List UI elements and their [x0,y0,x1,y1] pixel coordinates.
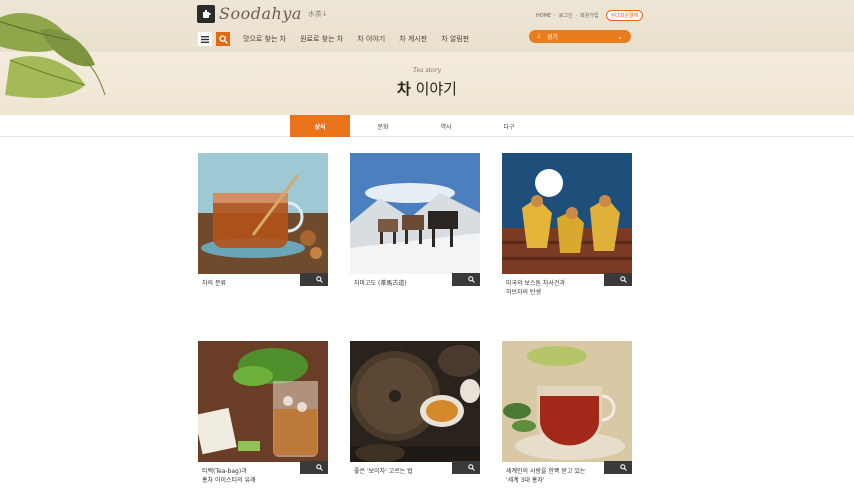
tea-cup-image [198,153,328,286]
search-icon [218,34,228,44]
zoom-button[interactable] [452,461,480,474]
search-icon [620,464,627,471]
card-caption: 차마고도 (茶馬古道) [350,274,452,288]
page-title-bold: 차 [397,80,411,98]
page-title-light: 이야기 [410,80,457,98]
zoom-button[interactable] [452,273,480,286]
nav-item-board[interactable]: 차 게시판 [399,34,427,44]
login-link[interactable]: 로그인 [559,12,573,19]
search-button[interactable] [216,32,230,46]
caption-line1: 좋은 '보이차' 고르는 법 [354,468,413,475]
member-button[interactable]: 수다회원결제 [605,10,644,21]
article-card[interactable]: 티백(Tea-bag)과 홍차 아이스티의 유래 [198,341,328,485]
caption-line1: 미국의 보스톤 차사건과 [506,280,566,287]
caption-line1: 티백(Tea-bag)과 [202,468,247,475]
zoom-button[interactable] [604,461,632,474]
teapot-icon [197,4,215,23]
caption-line1: 세계인의 사랑을 한뿍 받고 있는 [506,468,586,475]
logo-text: Soodahya [219,4,302,23]
top-links: HOME · 로그인 · 회원가입 수다회원결제 [536,10,644,21]
logo-sub: 水茶↓ [307,9,328,18]
article-card[interactable]: 차마고도 (茶馬古道) [350,153,480,288]
caption-line2: '세계 3대 홍차' [506,477,545,484]
tab-common-sense[interactable]: 상식 [290,115,350,137]
article-card[interactable]: 차의 분류 [198,153,328,288]
article-card[interactable]: 세계인의 사랑을 한뿍 받고 있는 '세계 3대 홍차' [502,341,632,485]
card-caption: 좋은 '보이차' 고르는 법 [350,462,452,476]
caption-line1: 차마고도 (茶馬古道) [354,280,407,287]
nav-item-notice[interactable]: 차 알림판 [441,34,469,44]
chevron-down-icon: ⌄ [617,32,623,41]
page-subtitle: Tea story [413,67,441,74]
caption-line2: 허브차의 탄생 [506,289,542,296]
category-tabs: 상식 문화 역사 다구 [0,114,854,137]
black-tea-glass-image [502,341,632,474]
card-caption: 미국의 보스톤 차사건과 허브차의 탄생 [502,274,604,297]
search-icon [620,276,627,283]
nav-item-taste[interactable]: 맛으로 찾는 차 [243,34,286,44]
site-logo[interactable]: Soodahya 水茶↓ [197,4,328,23]
card-caption: 차의 분류 [198,274,300,288]
zoom-button[interactable] [300,273,328,286]
tab-history[interactable]: 역사 [416,115,476,137]
boston-tea-party-image [502,153,632,286]
search-icon [316,276,323,283]
zoom-button[interactable] [604,273,632,286]
main-nav: 맛으로 찾는 차 원료로 찾는 차 차 이야기 차 게시판 차 알림판 [243,34,469,44]
search-icon [468,464,475,471]
card-caption: 티백(Tea-bag)과 홍차 아이스티의 유래 [198,462,300,485]
weather-number: 2 [537,33,541,40]
caption-line2: 홍차 아이스티의 유래 [202,477,256,484]
tea-bag-iced-tea-image [198,341,328,474]
card-caption: 세계인의 사랑을 한뿍 받고 있는 '세계 3대 홍차' [502,462,604,485]
tab-tea-ware[interactable]: 다구 [479,115,539,137]
zoom-button[interactable] [300,461,328,474]
home-link[interactable]: HOME [536,13,551,19]
puer-tea-image [350,341,480,474]
nav-item-tea-story[interactable]: 차 이야기 [357,34,385,44]
caption-line1: 차의 분류 [202,280,226,287]
search-icon [468,276,475,283]
tab-culture[interactable]: 문화 [353,115,413,137]
article-card[interactable]: 좋은 '보이차' 고르는 법 [350,341,480,476]
weather-region-select[interactable]: 2 경기 ⌄ [529,30,631,43]
page-title: 차 이야기 [0,78,854,99]
search-icon [316,464,323,471]
hamburger-icon [201,35,209,43]
join-link[interactable]: 회원가입 [580,12,598,19]
site-header [0,0,854,52]
article-card[interactable]: 미국의 보스톤 차사건과 허브차의 탄생 [502,153,632,297]
menu-button[interactable] [198,32,212,46]
tea-horse-road-image [350,153,480,286]
weather-label: 경기 [546,34,558,41]
nav-item-ingredient[interactable]: 원료로 찾는 차 [300,34,343,44]
